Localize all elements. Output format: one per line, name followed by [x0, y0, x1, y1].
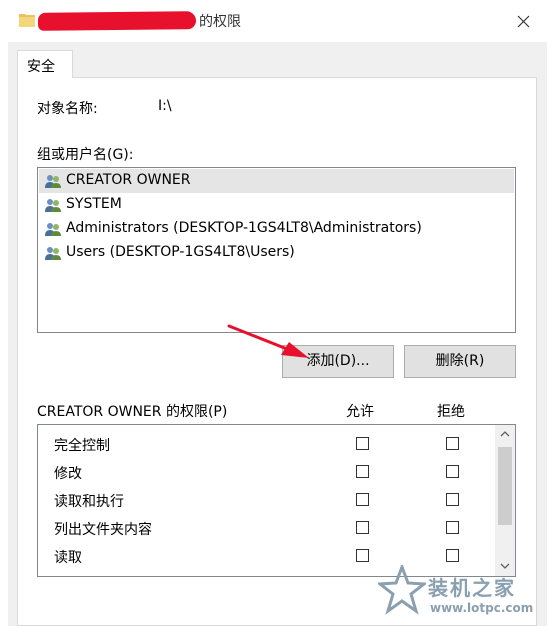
group-or-user-label: 组或用户名(G):: [37, 147, 134, 163]
scroll-up-button[interactable]: [495, 425, 515, 443]
allow-checkbox[interactable]: [356, 493, 369, 506]
users-list[interactable]: CREATOR OWNER SYSTEM Administrators (DES…: [37, 167, 516, 333]
users-icon: [45, 199, 61, 212]
permission-row-read-execute: 读取和执行: [38, 486, 493, 514]
list-item-creator-owner[interactable]: CREATOR OWNER: [39, 169, 514, 193]
remove-button[interactable]: 删除(R): [404, 345, 516, 378]
allow-checkbox[interactable]: [356, 465, 369, 478]
close-button[interactable]: [510, 9, 536, 33]
object-name-label: 对象名称:: [37, 101, 98, 117]
allow-checkbox[interactable]: [356, 521, 369, 534]
deny-checkbox[interactable]: [446, 493, 459, 506]
list-item-users[interactable]: Users (DESKTOP-1GS4LT8\Users): [39, 241, 514, 265]
annotation-arrow-icon: [227, 324, 309, 358]
permissions-scrollbar[interactable]: [495, 425, 515, 576]
allow-column-header: 允许: [346, 404, 374, 420]
permissions-list: 完全控制 修改 读取和执行 列出文件夹内容 读取: [37, 424, 516, 577]
allow-checkbox[interactable]: [356, 437, 369, 450]
deny-checkbox[interactable]: [446, 549, 459, 562]
window-title: 的权限: [199, 14, 241, 30]
list-item-label: SYSTEM: [66, 196, 122, 212]
tab-security[interactable]: 安全: [17, 50, 73, 78]
permission-name: 修改: [54, 466, 82, 482]
permissions-label: CREATOR OWNER 的权限(P): [37, 404, 228, 420]
permission-name: 读取: [54, 550, 82, 566]
list-item-label: Administrators (DESKTOP-1GS4LT8\Administ…: [66, 220, 422, 236]
list-item-administrators[interactable]: Administrators (DESKTOP-1GS4LT8\Administ…: [39, 217, 514, 241]
permission-row-modify: 修改: [38, 458, 493, 486]
scroll-thumb[interactable]: [498, 447, 512, 525]
deny-checkbox[interactable]: [446, 465, 459, 478]
list-item-label: CREATOR OWNER: [66, 172, 191, 188]
list-item-system[interactable]: SYSTEM: [39, 193, 514, 217]
list-item-label: Users (DESKTOP-1GS4LT8\Users): [66, 244, 295, 260]
object-name-value: I:\: [158, 98, 172, 114]
chevron-up-icon: [500, 431, 510, 437]
chevron-down-icon: [500, 563, 510, 569]
permission-row-list-folder: 列出文件夹内容: [38, 514, 493, 542]
watermark-name: 装机之家: [428, 576, 516, 600]
watermark-star-logo-icon: [378, 565, 426, 615]
title-redaction: [37, 11, 197, 31]
permission-name: 完全控制: [54, 438, 110, 454]
allow-checkbox[interactable]: [356, 549, 369, 562]
permission-row-full-control: 完全控制: [38, 430, 493, 458]
folder-icon: [19, 14, 35, 27]
close-icon: [517, 15, 529, 27]
deny-column-header: 拒绝: [437, 404, 465, 420]
users-icon: [45, 247, 61, 260]
permission-name: 列出文件夹内容: [54, 522, 152, 538]
permission-name: 读取和执行: [54, 494, 124, 510]
tab-security-label: 安全: [27, 59, 55, 75]
deny-checkbox[interactable]: [446, 437, 459, 450]
users-icon: [45, 223, 61, 236]
deny-checkbox[interactable]: [446, 521, 459, 534]
watermark-url: www.lotpc.com: [430, 601, 534, 615]
users-icon: [45, 175, 61, 188]
